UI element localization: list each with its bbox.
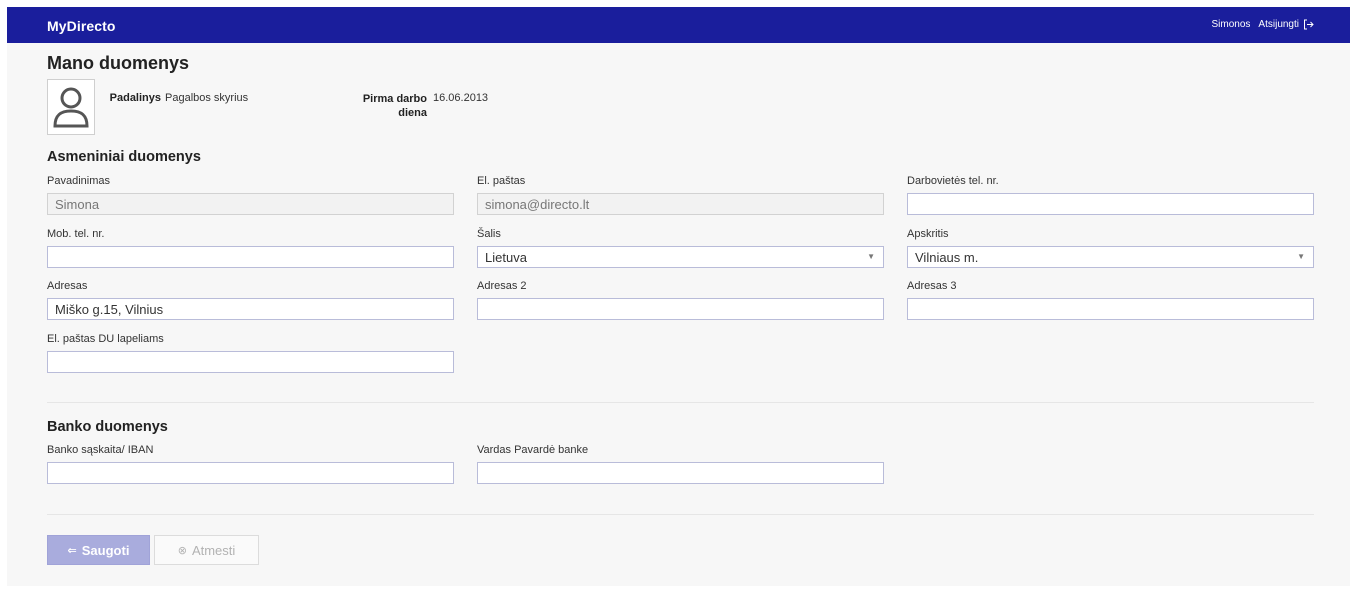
address3-field: Adresas 3	[907, 280, 1314, 320]
main-content: Mano duomenys Padalinys Pagalbos skyrius…	[7, 43, 1350, 586]
bank-holder-input[interactable]	[477, 462, 884, 484]
payslip-email-label: El. paštas DU lapeliams	[47, 333, 164, 345]
address3-label: Adresas 3	[907, 280, 957, 292]
work-phone-input[interactable]	[907, 193, 1314, 215]
country-select-value: Lietuva	[485, 250, 527, 265]
logout-label: Atsijungti	[1258, 19, 1299, 30]
user-name-link[interactable]: Simonos	[1212, 19, 1251, 30]
bank-holder-label: Vardas Pavardė banke	[477, 444, 589, 456]
county-label: Apskritis	[907, 228, 949, 240]
mobile-phone-field: Mob. tel. nr.	[47, 228, 454, 268]
first-day-value: 16.06.2013	[433, 92, 489, 104]
address2-field: Adresas 2	[477, 280, 884, 320]
address-label: Adresas	[47, 280, 88, 292]
payslip-email-field: El. paštas DU lapeliams	[47, 333, 454, 373]
brand-logo[interactable]: MyDirecto	[47, 18, 116, 34]
cancel-button[interactable]: ⊗ Atmesti	[154, 535, 259, 565]
work-phone-field: Darbovietės tel. nr.	[907, 175, 1314, 215]
email-label: El. paštas	[477, 175, 526, 187]
department-info: Padalinys Pagalbos skyrius	[99, 92, 319, 104]
personal-data-title: Asmeniniai duomenys	[47, 149, 201, 165]
country-label: Šalis	[477, 228, 501, 240]
bank-data-title: Banko duomenys	[47, 419, 168, 435]
payslip-email-input[interactable]	[47, 351, 454, 373]
address3-input[interactable]	[907, 298, 1314, 320]
cancel-button-label: Atmesti	[191, 542, 236, 558]
save-button[interactable]: ⇐ Saugoti	[47, 535, 150, 565]
actions-divider	[47, 514, 1314, 515]
caret-down-icon: ▼	[1297, 252, 1305, 261]
address2-label: Adresas 2	[477, 280, 527, 292]
save-icon: ⇐	[67, 544, 77, 557]
country-field: Šalis Lietuva ▼	[477, 228, 884, 268]
county-select[interactable]: Vilniaus m. ▼	[907, 246, 1314, 268]
country-select[interactable]: Lietuva ▼	[477, 246, 884, 268]
first-day-info: Pirma darbo diena 16.06.2013	[347, 92, 488, 120]
logout-icon	[1303, 19, 1314, 30]
mobile-phone-label: Mob. tel. nr.	[47, 228, 105, 240]
county-select-value: Vilniaus m.	[915, 250, 979, 265]
iban-input[interactable]	[47, 462, 454, 484]
name-input[interactable]: Simona	[47, 193, 454, 215]
email-field: El. paštas simona@directo.lt	[477, 175, 884, 215]
work-phone-label: Darbovietės tel. nr.	[907, 175, 999, 187]
save-button-label: Saugoti	[81, 542, 130, 558]
first-day-label: Pirma darbo diena	[362, 93, 427, 119]
name-field: Pavadinimas Simona	[47, 175, 454, 215]
address-input[interactable]: Miško g.15, Vilnius	[47, 298, 454, 320]
cancel-icon: ⊗	[177, 544, 187, 557]
iban-field: Banko sąskaita/ IBAN	[47, 444, 454, 484]
bank-holder-field: Vardas Pavardė banke	[477, 444, 884, 484]
user-menu: Simonos Atsijungti	[1212, 19, 1314, 30]
department-label: Padalinys	[109, 92, 161, 104]
mobile-phone-input[interactable]	[47, 246, 454, 268]
address2-input[interactable]	[477, 298, 884, 320]
department-value: Pagalbos skyrius	[165, 92, 249, 104]
user-avatar-icon	[53, 87, 89, 128]
caret-down-icon: ▼	[867, 252, 875, 261]
email-input[interactable]: simona@directo.lt	[477, 193, 884, 215]
county-field: Apskritis Vilniaus m. ▼	[907, 228, 1314, 268]
page-title: Mano duomenys	[47, 53, 190, 73]
section-divider	[47, 402, 1314, 403]
user-avatar	[47, 79, 95, 135]
top-navigation-bar: MyDirecto Simonos Atsijungti	[7, 7, 1350, 43]
name-label: Pavadinimas	[47, 175, 110, 187]
address-field: Adresas Miško g.15, Vilnius	[47, 280, 454, 320]
iban-label: Banko sąskaita/ IBAN	[47, 444, 154, 456]
logout-button[interactable]: Atsijungti	[1258, 19, 1314, 30]
